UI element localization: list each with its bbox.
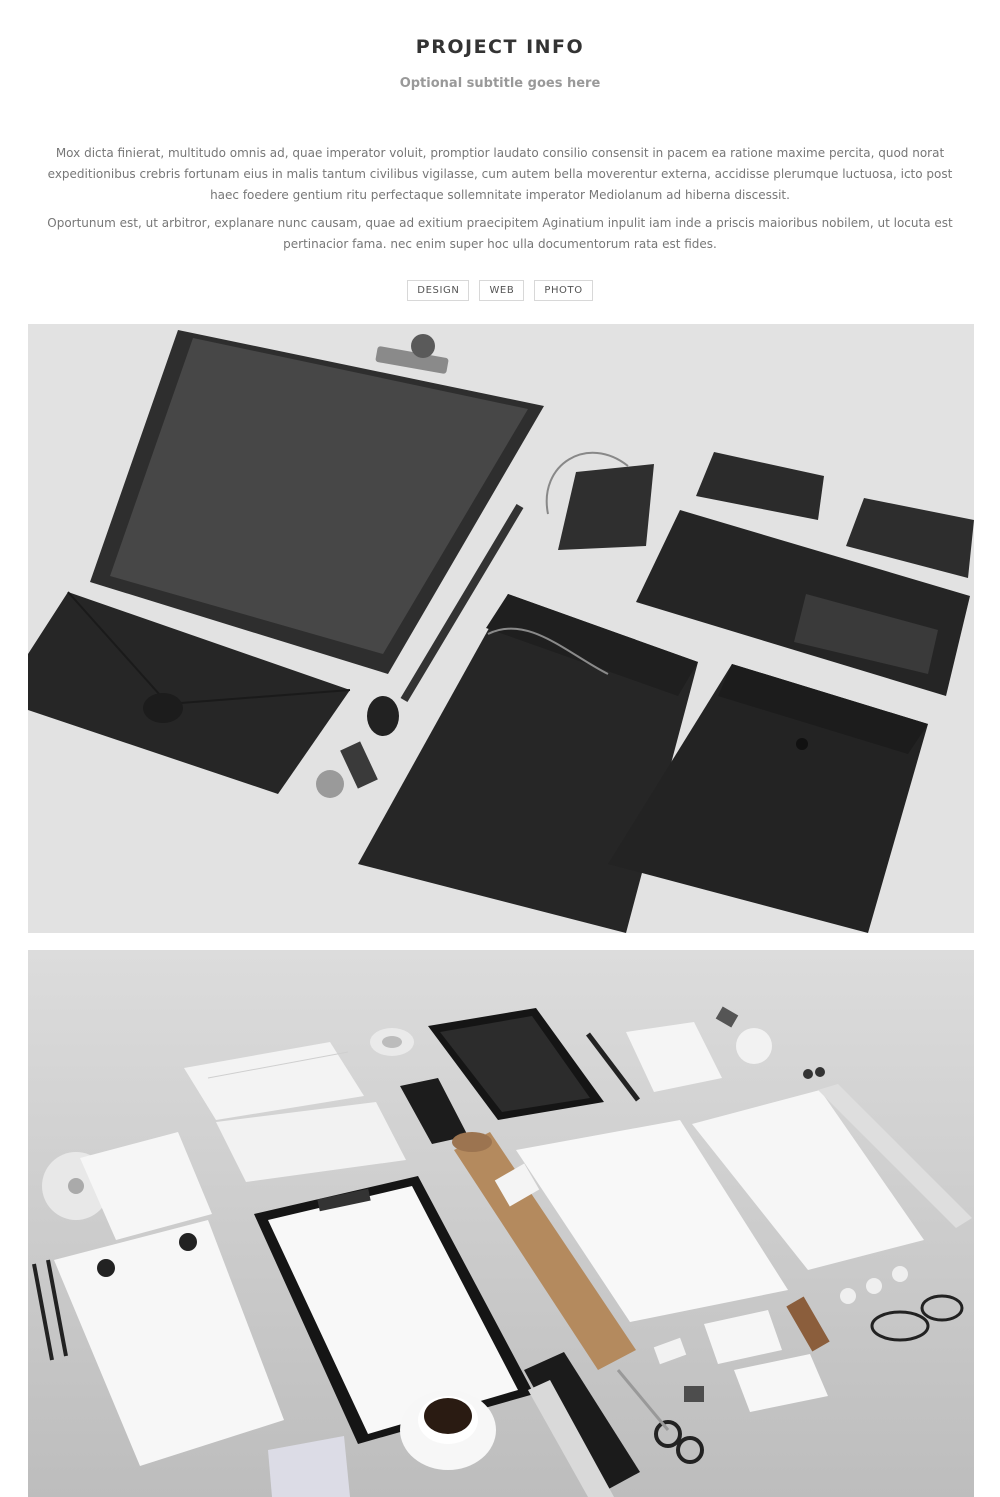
tag-list: DESIGN WEB PHOTO — [0, 280, 1000, 301]
project-subtitle: Optional subtitle goes here — [399, 76, 601, 91]
project-title: PROJECT INFO — [415, 36, 585, 58]
tag-web[interactable]: WEB — [479, 280, 525, 301]
white-stationery-photo — [28, 950, 974, 1497]
tag-photo[interactable]: PHOTO — [534, 280, 593, 301]
black-stationery-photo — [28, 324, 974, 933]
project-description-paragraph-2: Oportunum est, ut arbitror, explanare nu… — [47, 216, 953, 251]
tag-design[interactable]: DESIGN — [407, 280, 470, 301]
project-description-paragraph-1: Mox dicta finierat, multitudo omnis ad, … — [47, 146, 953, 202]
